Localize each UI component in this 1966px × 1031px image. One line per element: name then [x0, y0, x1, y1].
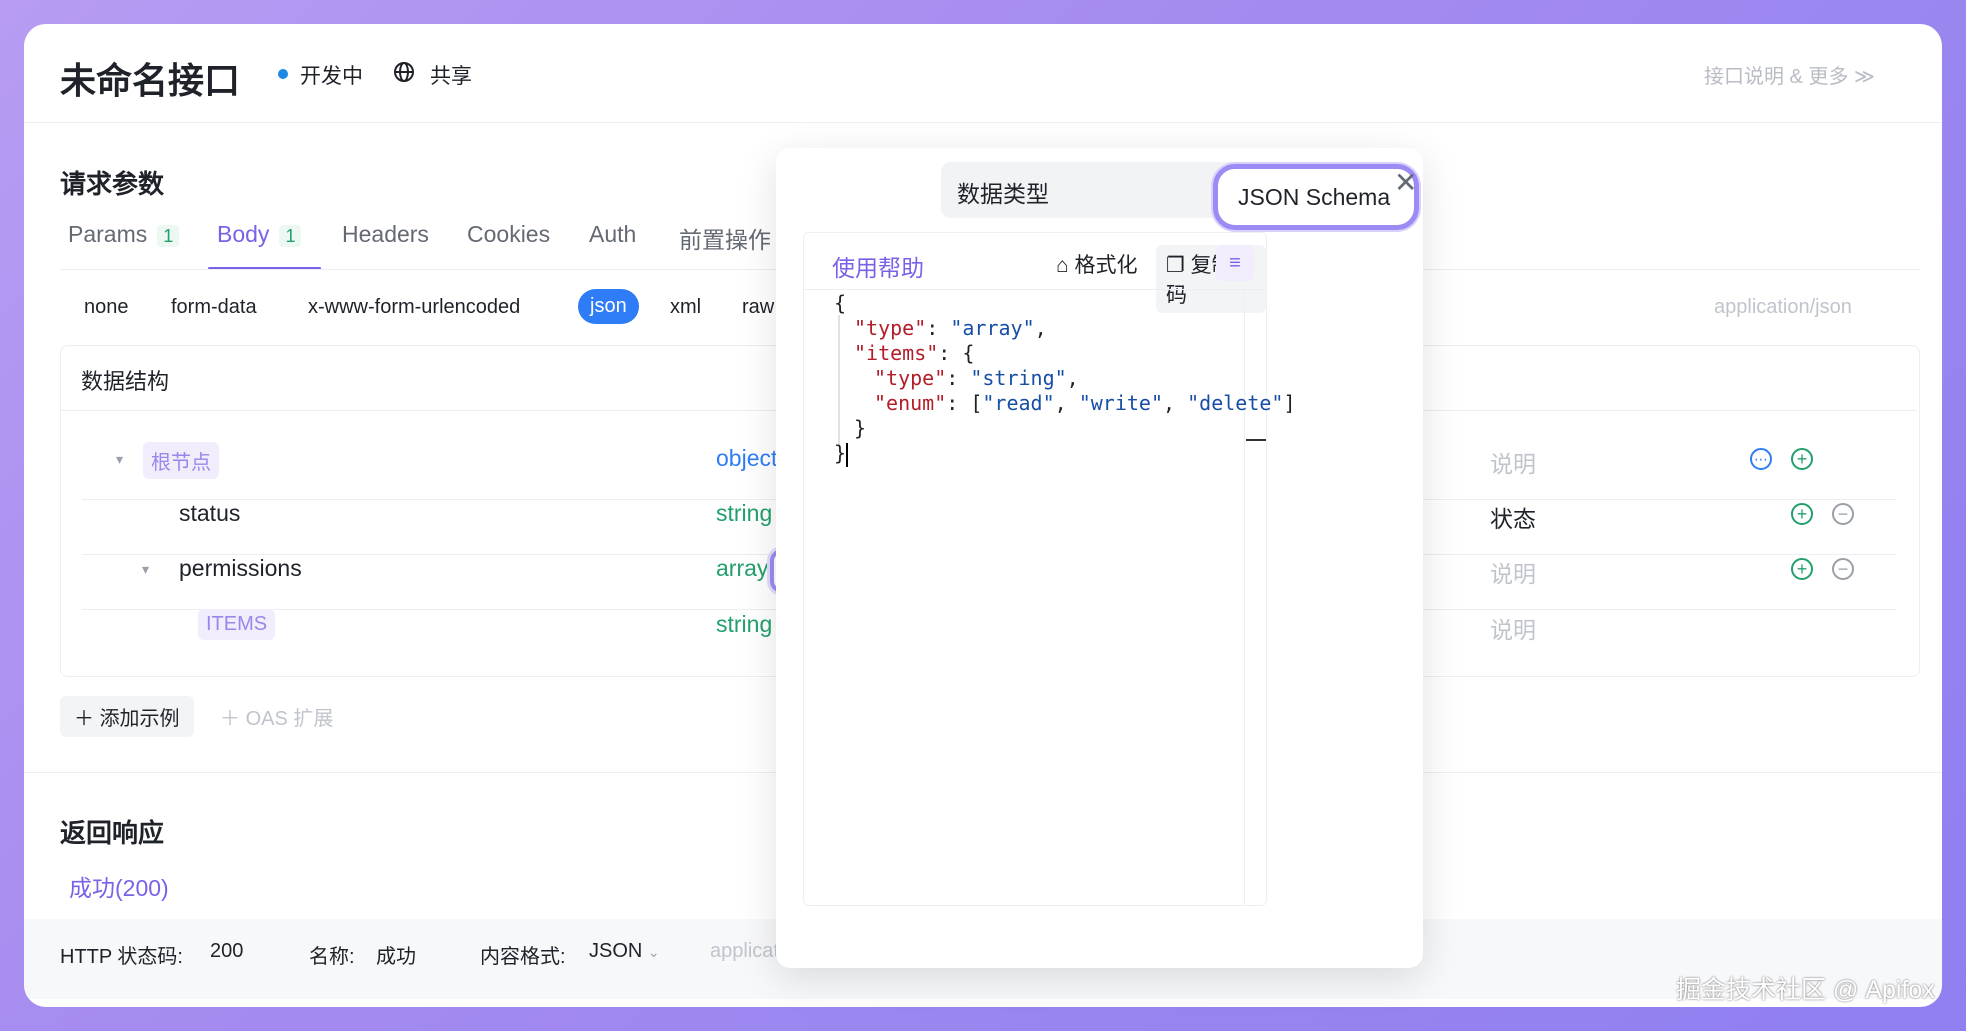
- field-name[interactable]: permissions: [179, 555, 302, 582]
- watermark: 掘金技术社区 @ Apifox: [1676, 976, 1935, 1004]
- body-type-none[interactable]: none: [84, 296, 129, 319]
- tab-json-schema-label: JSON Schema: [1238, 184, 1391, 210]
- type-selector[interactable]: object: [716, 445, 777, 472]
- http-status-value[interactable]: 200: [210, 940, 243, 963]
- collapse-caret-icon[interactable]: ▾: [116, 451, 123, 468]
- copy-icon: ❐: [1166, 254, 1185, 277]
- code-line: }: [834, 441, 849, 467]
- format-select[interactable]: JSON ⌄: [589, 940, 660, 963]
- desc-field[interactable]: 说明: [1490, 445, 1536, 479]
- divider: [24, 122, 1942, 123]
- more-menu-button[interactable]: 接口说明 & 更多 ≫: [1704, 60, 1875, 89]
- view-mode-switch: 数据类型 JSON Schema: [941, 162, 1419, 230]
- type-selector[interactable]: string: [716, 500, 772, 527]
- name-label: 名称:: [309, 946, 355, 968]
- code-line: "type": "string",: [874, 366, 1079, 390]
- desc-field[interactable]: 说明: [1490, 611, 1536, 645]
- body-type-urlencoded[interactable]: x-www-form-urlencoded: [308, 296, 520, 319]
- add-child-icon[interactable]: +: [1791, 448, 1813, 470]
- format-label: 内容格式:: [480, 946, 566, 968]
- format-button[interactable]: ⌂ 格式化: [1056, 249, 1138, 279]
- code-line: "enum": ["read", "write", "delete"]: [874, 391, 1296, 415]
- status-dot-icon: [278, 69, 288, 79]
- remove-icon[interactable]: −: [1832, 503, 1854, 525]
- body-type-json[interactable]: json: [578, 289, 639, 324]
- wrap-lines-icon[interactable]: ≡: [1216, 245, 1254, 281]
- root-node-tag: 根节点: [143, 442, 219, 479]
- request-section-title: 请求参数: [60, 169, 165, 199]
- tab-datatype[interactable]: 数据类型: [957, 175, 1049, 209]
- tab-cookies[interactable]: Cookies: [467, 221, 550, 248]
- body-type-xml[interactable]: xml: [670, 296, 701, 319]
- code-line: {: [834, 291, 847, 315]
- status-label[interactable]: 开发中: [300, 60, 363, 90]
- code-line: }: [854, 416, 867, 440]
- add-sibling-icon[interactable]: +: [1791, 558, 1813, 580]
- response-section-title: 返回响应: [60, 818, 165, 848]
- json-schema-editor[interactable]: 使用帮助 ⌂ 格式化 ❐ 复制代码 ≡ { "type": "array", "…: [803, 232, 1295, 906]
- add-example-button[interactable]: ＋ 添加示例: [60, 696, 194, 737]
- desc-field[interactable]: 说明: [1490, 555, 1536, 589]
- close-icon[interactable]: ✕: [1394, 166, 1417, 199]
- add-sibling-icon[interactable]: +: [1791, 503, 1813, 525]
- field-name[interactable]: status: [179, 500, 240, 527]
- name-value[interactable]: 成功: [376, 940, 416, 969]
- type-selector[interactable]: array: [716, 555, 768, 582]
- oas-extension-button[interactable]: ＋ OAS 扩展: [220, 702, 333, 731]
- editor-scroll-gutter[interactable]: [1244, 289, 1245, 905]
- share-button[interactable]: 共享: [430, 60, 472, 90]
- tab-success-200[interactable]: 成功(200): [69, 869, 169, 903]
- body-type-raw[interactable]: raw: [742, 296, 774, 319]
- editor-divider: [804, 289, 1266, 290]
- tab-pre-operations[interactable]: 前置操作: [679, 221, 771, 255]
- remove-icon[interactable]: −: [1832, 558, 1854, 580]
- tab-json-schema[interactable]: JSON Schema: [1213, 164, 1419, 230]
- code-line: "type": "array",: [854, 316, 1047, 340]
- schema-popover: 数据类型 JSON Schema ✕ 使用帮助 ⌂ 格式化 ❐ 复制代码 ≡ {…: [776, 148, 1423, 968]
- help-link[interactable]: 使用帮助: [832, 249, 924, 283]
- content-type-label: application/json: [1714, 296, 1852, 318]
- collapse-caret-icon[interactable]: ▾: [142, 561, 149, 578]
- tab-body[interactable]: Body 1: [217, 221, 302, 248]
- more-options-icon[interactable]: ⋯: [1750, 448, 1772, 470]
- http-status-label: HTTP 状态码:: [60, 946, 183, 968]
- page-title: 未命名接口: [60, 60, 241, 101]
- tab-headers[interactable]: Headers: [342, 221, 429, 248]
- items-tag: ITEMS: [198, 609, 276, 640]
- desc-field[interactable]: 状态: [1490, 500, 1536, 534]
- indent-guide: [838, 315, 840, 445]
- globe-icon: [394, 62, 414, 82]
- tab-params[interactable]: Params 1: [68, 221, 180, 248]
- code-line: "items": {: [854, 341, 975, 365]
- brush-icon: ⌂: [1056, 254, 1069, 277]
- type-selector[interactable]: string: [716, 611, 772, 638]
- scroll-marker: [1246, 439, 1266, 441]
- data-structure-title: 数据结构: [81, 369, 170, 394]
- body-type-form-data[interactable]: form-data: [171, 296, 257, 319]
- tab-auth[interactable]: Auth: [589, 221, 636, 248]
